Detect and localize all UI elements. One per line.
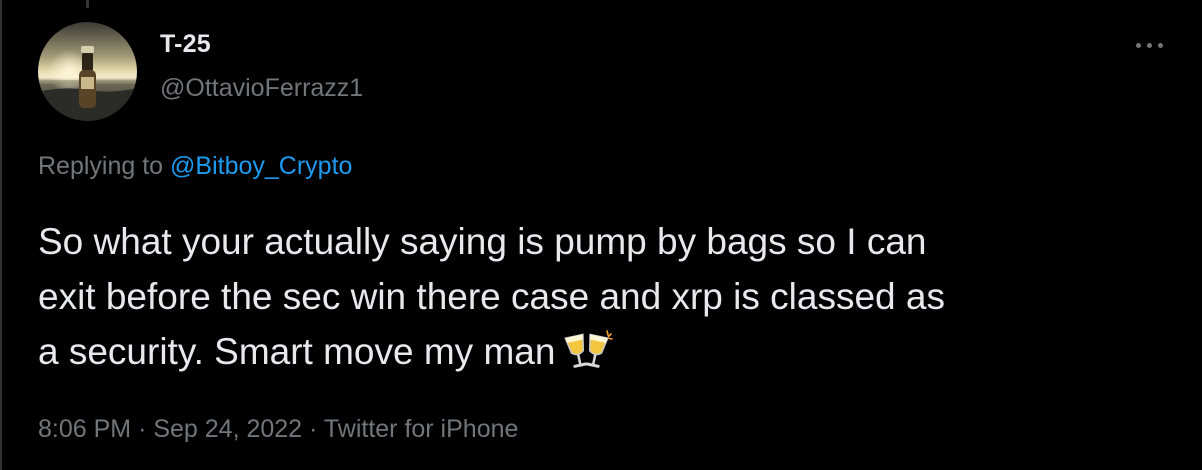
avatar-sunset-photo-icon: [38, 22, 137, 121]
tweet-text-line: So what your actually saying is pump by …: [38, 221, 927, 262]
meta-separator: ·: [138, 415, 147, 443]
tweet-metadata: 8:06 PM · Sep 24, 2022 · Twitter for iPh…: [38, 415, 518, 444]
tweet-timestamp-link[interactable]: 8:06 PM: [38, 415, 131, 443]
author-display-name[interactable]: T-25: [160, 30, 211, 59]
tweet-text-line: exit before the sec win there case and x…: [38, 276, 945, 317]
replying-to: Replying to @Bitboy_Crypto: [38, 152, 352, 181]
tweet-text-line: a security. Smart move my man: [38, 324, 1178, 387]
avatar[interactable]: [38, 22, 137, 121]
tweet-date-link[interactable]: Sep 24, 2022: [153, 415, 302, 443]
more-dot-icon: [1147, 43, 1152, 48]
meta-separator: ·: [309, 415, 318, 443]
tweet-text: So what your actually saying is pump by …: [38, 214, 1178, 387]
clinking-glasses-icon: [563, 330, 614, 387]
author-handle[interactable]: @OttavioFerrazz1: [160, 74, 363, 103]
tweet-source-link[interactable]: Twitter for iPhone: [324, 415, 519, 443]
more-dot-icon: [1158, 43, 1163, 48]
replying-to-label: Replying to: [38, 152, 164, 180]
thread-border: [0, 0, 2, 470]
tweet-text-line-content: a security. Smart move my man: [38, 331, 556, 372]
reply-mention-link[interactable]: @Bitboy_Crypto: [170, 152, 352, 180]
thread-connector-line: [86, 0, 89, 8]
tweet-card: T-25 @OttavioFerrazz1 Replying to @Bitbo…: [0, 0, 1202, 470]
more-dot-icon: [1136, 43, 1141, 48]
more-options-button[interactable]: [1128, 30, 1172, 60]
